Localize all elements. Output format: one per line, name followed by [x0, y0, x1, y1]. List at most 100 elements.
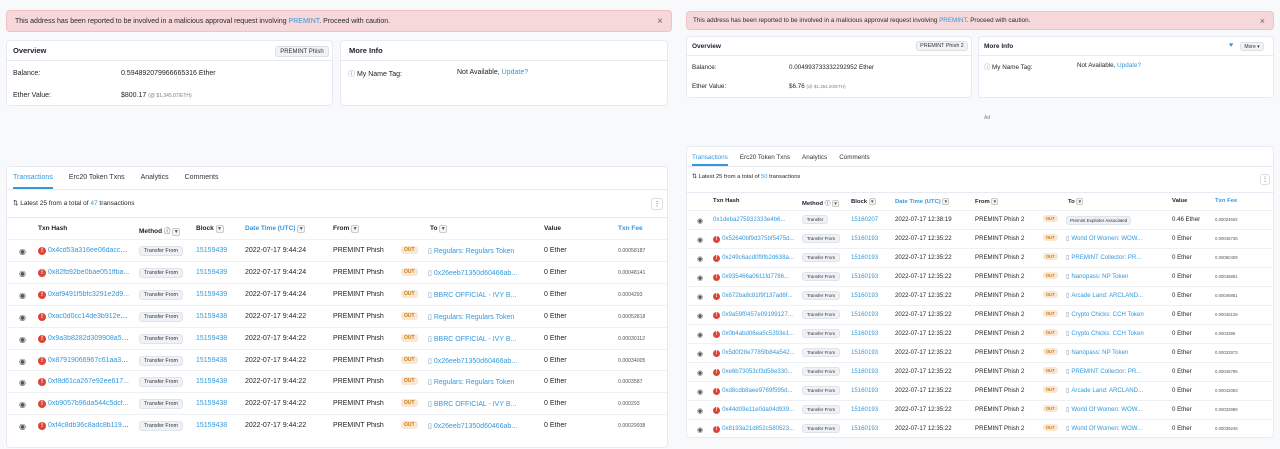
to-link[interactable]: World Of Women: WOW...	[1071, 406, 1142, 413]
block-link[interactable]: 15160193	[851, 273, 878, 280]
eye-icon[interactable]: ◉	[697, 216, 703, 225]
eye-icon[interactable]: ◉	[697, 425, 703, 434]
txn-hash-link[interactable]: 0x935466a0611fd7786...	[722, 273, 789, 280]
eye-icon[interactable]: ◉	[19, 313, 26, 322]
block-link[interactable]: 15160193	[851, 254, 878, 261]
block-link[interactable]: 15160193	[851, 368, 878, 375]
col-fee[interactable]: Txn Fee	[1215, 198, 1237, 204]
txn-hash-link[interactable]: 0xf4c8db36c8adc8b119c...	[48, 422, 130, 429]
block-link[interactable]: 15160193	[851, 292, 878, 299]
close-icon[interactable]: ×	[1260, 16, 1265, 26]
block-link[interactable]: 15159438	[196, 357, 227, 364]
txn-hash-link[interactable]: 0x1deba275932333e4b6...	[713, 216, 786, 223]
block-link[interactable]: 15159439	[196, 247, 227, 254]
txn-hash-link[interactable]: 0xaf9491f5bfc3291e2d9...	[48, 291, 129, 298]
txn-hash-link[interactable]: 0xe6b73053cf3d58e330...	[722, 368, 792, 375]
filter-icon[interactable]: ▼	[942, 198, 950, 205]
to-link[interactable]: World Of Women: WOW...	[1071, 235, 1142, 242]
txn-hash-link[interactable]: 0x5d0f28e7785fb84a542...	[722, 349, 795, 356]
alert-link[interactable]: PREMINT	[939, 17, 967, 24]
block-link[interactable]: 15159438	[196, 378, 227, 385]
eye-icon[interactable]: ◉	[697, 349, 703, 358]
col-fee[interactable]: Txn Fee	[618, 225, 643, 232]
to-link[interactable]: Crypto Chicks: CCH Token	[1071, 311, 1143, 318]
to-link[interactable]: Nanopass: NP Token	[1071, 349, 1128, 356]
txn-hash-link[interactable]: 0xd8cdb8aee9769f595d...	[722, 387, 792, 394]
block-link[interactable]: 15160193	[851, 387, 878, 394]
filter-icon[interactable]: ▼	[991, 198, 999, 205]
txn-hash-link[interactable]: 0xac0d0cc14de3b912e3...	[48, 313, 130, 320]
block-link[interactable]: 15159438	[196, 313, 227, 320]
update-link[interactable]: Update?	[502, 69, 528, 76]
tab-erc20[interactable]: Erc20 Token Txns	[69, 167, 125, 189]
to-link[interactable]: Regulars: Regulars Token	[434, 379, 514, 386]
txn-hash-link[interactable]: 0xf8d61ca267e92ee617...	[48, 378, 129, 385]
block-link[interactable]: 15160193	[851, 311, 878, 318]
to-link[interactable]: BBRC OFFICIAL - IVY B...	[434, 401, 516, 408]
to-link[interactable]: Regulars: Regulars Token	[434, 314, 514, 321]
eye-icon[interactable]: ◉	[19, 357, 26, 366]
eye-icon[interactable]: ◉	[697, 273, 703, 282]
to-link[interactable]: Arcade Land: ARCLAND...	[1071, 387, 1143, 394]
eye-icon[interactable]: ◉	[19, 400, 26, 409]
eye-icon[interactable]: ◉	[697, 254, 703, 263]
eye-icon[interactable]: ◉	[697, 406, 703, 415]
filter-icon[interactable]: ▼	[868, 198, 876, 205]
to-link[interactable]: Nanopass: NP Token	[1071, 273, 1128, 280]
eye-icon[interactable]: ◉	[697, 292, 703, 301]
eye-icon[interactable]: ◉	[19, 291, 26, 300]
to-link[interactable]: World Of Women: WOW...	[1071, 425, 1142, 432]
update-link[interactable]: Update?	[1117, 62, 1141, 69]
filter-icon[interactable]: ▼	[439, 225, 448, 233]
filter-icon[interactable]: ▼	[297, 225, 306, 233]
to-tag-badge[interactable]: Premint Exploiter Associated	[1066, 216, 1132, 225]
tab-comments[interactable]: Comments	[185, 167, 219, 189]
tab-erc20[interactable]: Erc20 Token Txns	[740, 147, 790, 166]
block-link[interactable]: 15159439	[196, 269, 227, 276]
to-link[interactable]: Regulars: Regulars Token	[434, 248, 514, 255]
txn-hash-link[interactable]: 0x9a3b8282d309908a5b...	[48, 335, 130, 342]
txn-hash-link[interactable]: 0x87919066967c61aa3a...	[48, 357, 130, 364]
more-options-button[interactable]: ⋮	[1260, 174, 1270, 185]
eye-icon[interactable]: ◉	[19, 335, 26, 344]
txn-hash-link[interactable]: 0x44d09e11e0da04d939...	[722, 406, 794, 413]
eye-icon[interactable]: ◉	[19, 269, 26, 278]
txn-hash-link[interactable]: 0x0b4abd06ea5c5393e1...	[722, 330, 794, 337]
filter-icon[interactable]: ▼	[215, 225, 224, 233]
filter-icon[interactable]: ▼	[172, 228, 181, 236]
eye-icon[interactable]: ◉	[697, 235, 703, 244]
eye-icon[interactable]: ◉	[697, 368, 703, 377]
block-link[interactable]: 15159438	[196, 422, 227, 429]
block-link[interactable]: 15160207	[851, 216, 878, 223]
block-link[interactable]: 15160193	[851, 330, 878, 337]
tab-comments[interactable]: Comments	[839, 147, 869, 166]
txn-hash-link[interactable]: 0xb9057b96da544c5dcf...	[48, 400, 129, 407]
close-icon[interactable]: ×	[657, 16, 663, 27]
alert-link[interactable]: PREMINT	[289, 18, 320, 25]
txn-hash-link[interactable]: 0x82fb92be0bae051ffba...	[48, 269, 129, 276]
to-link[interactable]: BBRC OFFICIAL - IVY B...	[434, 292, 516, 299]
to-link[interactable]: PREMINT Collector: PR...	[1071, 254, 1141, 261]
block-link[interactable]: 15160193	[851, 235, 878, 242]
tab-analytics[interactable]: Analytics	[141, 167, 169, 189]
txn-hash-link[interactable]: 0x249c6acd0f9fb2d638a...	[722, 254, 794, 261]
eye-icon[interactable]: ◉	[697, 330, 703, 339]
eye-icon[interactable]: ◉	[697, 311, 703, 320]
block-link[interactable]: 15159438	[196, 400, 227, 407]
col-datetime[interactable]: Date Time (UTC) ▼	[245, 225, 306, 233]
heart-icon[interactable]: ♥	[1229, 42, 1233, 49]
filter-icon[interactable]: ▼	[1076, 198, 1084, 205]
to-link[interactable]: 0x26eeb71350d60466ab...	[434, 270, 517, 277]
block-link[interactable]: 15159439	[196, 291, 227, 298]
filter-icon[interactable]: ▼	[351, 225, 360, 233]
txn-hash-link[interactable]: 0x8193a21d852c580523...	[722, 425, 794, 432]
eye-icon[interactable]: ◉	[697, 387, 703, 396]
col-datetime[interactable]: Date Time (UTC) ▼	[895, 198, 950, 205]
txn-hash-link[interactable]: 0x4cd53a316ee06dacc8...	[48, 247, 130, 254]
block-link[interactable]: 15159438	[196, 335, 227, 342]
eye-icon[interactable]: ◉	[19, 247, 26, 256]
tab-transactions[interactable]: Transactions	[692, 147, 728, 166]
to-link[interactable]: Arcade Land: ARCLAND...	[1071, 292, 1143, 299]
to-link[interactable]: Crypto Chicks: CCH Token	[1071, 330, 1143, 337]
total-link[interactable]: 47	[90, 200, 97, 207]
